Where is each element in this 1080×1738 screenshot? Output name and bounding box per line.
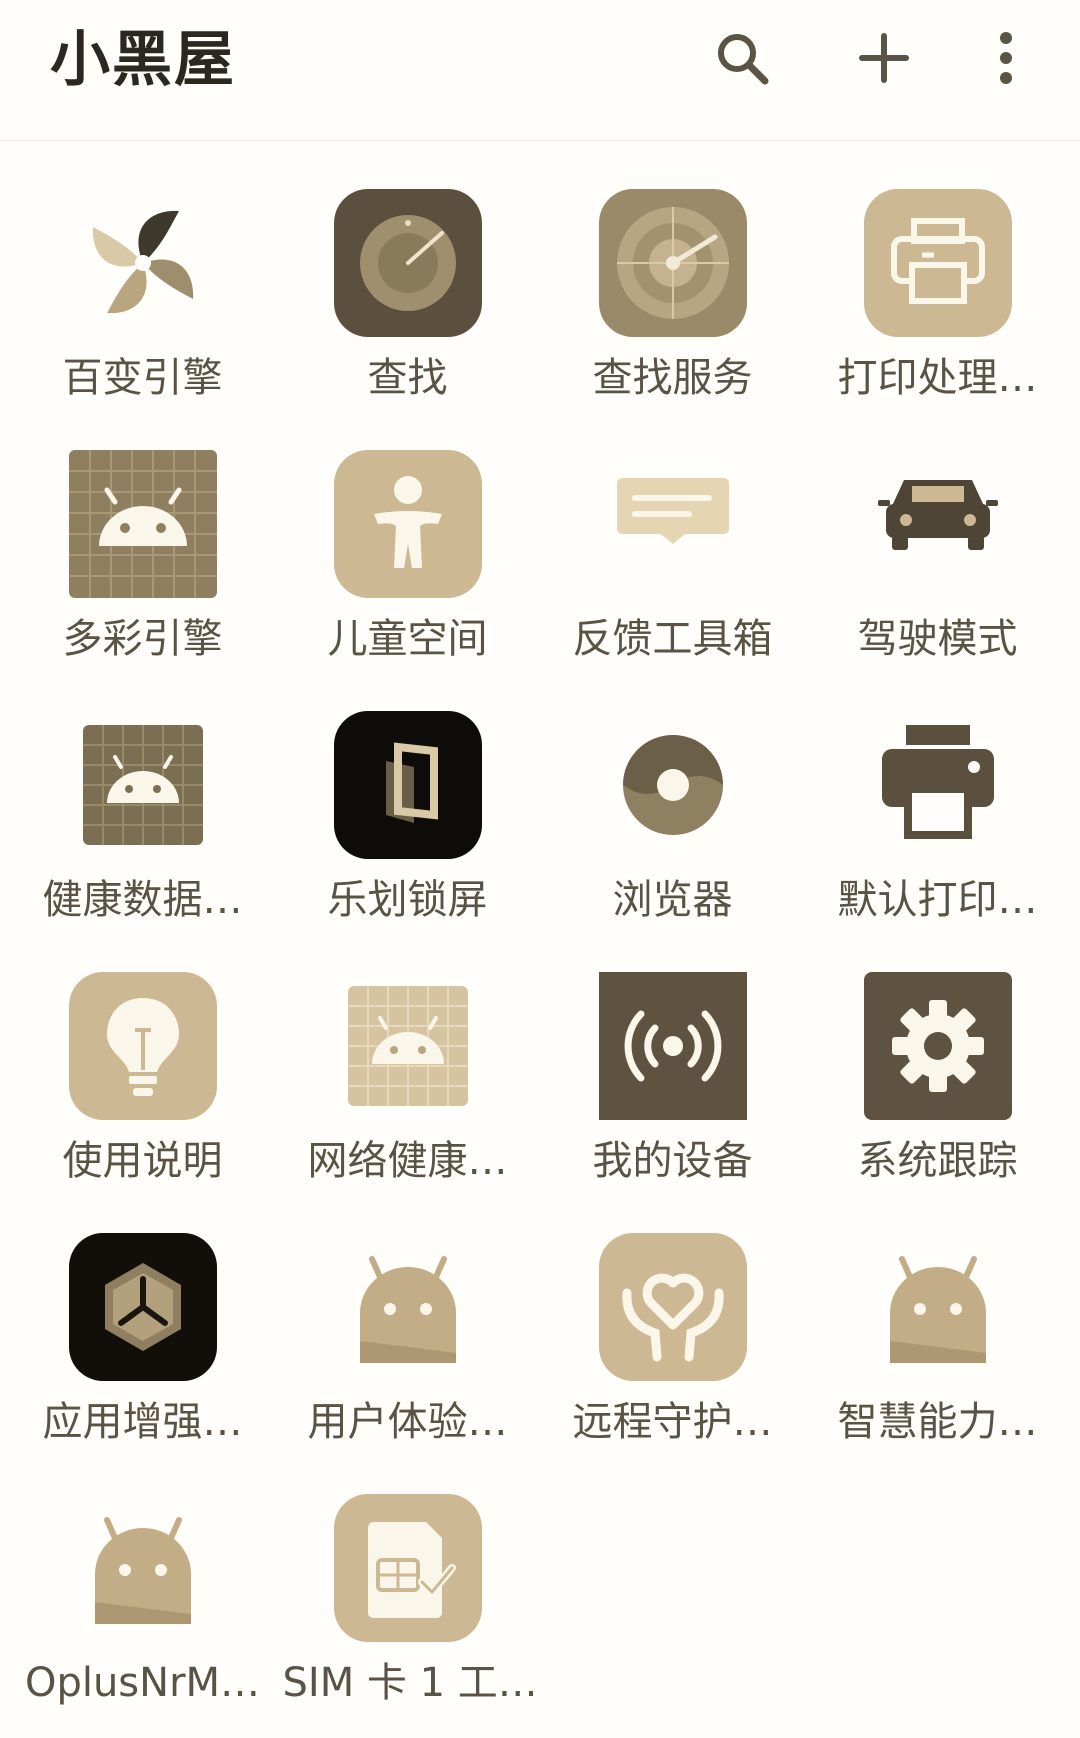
car-icon [877,480,998,550]
app-label: 远程守护… [572,1399,773,1445]
app-item[interactable]: 百变引擎 [10,172,275,433]
app-item[interactable]: 浏览器 [540,694,805,955]
top-app-bar: 小黑屋 [0,0,1080,141]
gear-icon [863,972,1012,1120]
android-grid-dark-icon [82,725,203,845]
app-item[interactable]: 默认打印… [805,694,1070,955]
page-title: 小黑屋 [50,25,236,95]
broadcast-icon [598,972,747,1120]
search-icon [718,34,769,85]
pinwheel-icon [92,210,193,314]
android-grid-light-icon [347,986,468,1106]
heart-hands-icon [598,1233,747,1381]
hexagon-icon [68,1233,217,1381]
find-dial-icon [333,189,482,337]
app-label: 网络健康… [307,1138,508,1184]
lightbulb-icon [68,972,217,1120]
app-grid: 百变引擎 查找 查找服务 打印处理… 多彩引擎 儿童空间 反馈工具箱 驾驶模式 … [0,172,1080,1738]
app-label: 应用增强… [42,1399,243,1445]
android-head-icon [359,1256,456,1363]
sim-check-icon [333,1494,482,1642]
app-item[interactable]: 智慧能力… [805,1216,1070,1477]
android-head-icon [889,1256,986,1363]
android-head-icon [94,1517,191,1624]
android-grid-icon [68,450,217,598]
app-label: 反馈工具箱 [572,616,773,662]
app-label: 打印处理… [837,355,1038,401]
more-vertical-icon [1000,32,1012,84]
app-item[interactable]: 驾驶模式 [805,433,1070,694]
radar-icon [598,189,747,337]
app-item[interactable]: 应用增强… [10,1216,275,1477]
app-label: 浏览器 [612,877,733,923]
printer-outline-icon [863,189,1012,337]
app-label: 默认打印… [837,877,1038,923]
more-options-button[interactable] [964,16,1048,100]
add-button[interactable] [842,16,926,100]
feedback-message-icon [616,478,729,544]
app-item[interactable]: 我的设备 [540,955,805,1216]
app-item[interactable]: 远程守护… [540,1216,805,1477]
app-item[interactable]: 乐划锁屏 [275,694,540,955]
app-item[interactable]: 健康数据… [10,694,275,955]
app-label: 系统跟踪 [857,1138,1018,1184]
app-item[interactable]: 使用说明 [10,955,275,1216]
app-item[interactable]: 查找 [275,172,540,433]
app-item[interactable]: OplusNrM… [10,1477,275,1738]
app-label: 智慧能力… [837,1399,1038,1445]
app-item[interactable]: 网络健康… [275,955,540,1216]
app-label: 查找服务 [592,355,753,401]
lockscreen-frame-icon [333,711,482,859]
search-button[interactable] [700,16,784,100]
app-item[interactable]: 用户体验… [275,1216,540,1477]
app-item[interactable]: 多彩引擎 [10,433,275,694]
app-item[interactable]: 打印处理… [805,172,1070,433]
child-figure-icon [333,450,482,598]
app-item[interactable]: 系统跟踪 [805,955,1070,1216]
app-label: 查找 [367,355,448,401]
app-item[interactable]: SIM 卡 1 工… [275,1477,540,1738]
app-label: 乐划锁屏 [327,877,488,923]
printer-solid-icon [881,725,994,839]
app-label: 百变引擎 [62,355,223,401]
app-label: 用户体验… [307,1399,508,1445]
app-item[interactable]: 查找服务 [540,172,805,433]
app-label: 健康数据… [42,877,243,923]
app-label: 我的设备 [592,1138,753,1184]
app-label: SIM 卡 1 工… [282,1660,533,1706]
browser-orb-icon [622,735,723,835]
app-item[interactable]: 儿童空间 [275,433,540,694]
app-label: OplusNrM… [24,1660,261,1706]
app-label: 使用说明 [62,1138,223,1184]
app-item[interactable]: 反馈工具箱 [540,433,805,694]
plus-icon [859,33,909,83]
app-label: 多彩引擎 [62,616,223,662]
app-label: 驾驶模式 [857,616,1018,662]
app-label: 儿童空间 [327,616,488,662]
